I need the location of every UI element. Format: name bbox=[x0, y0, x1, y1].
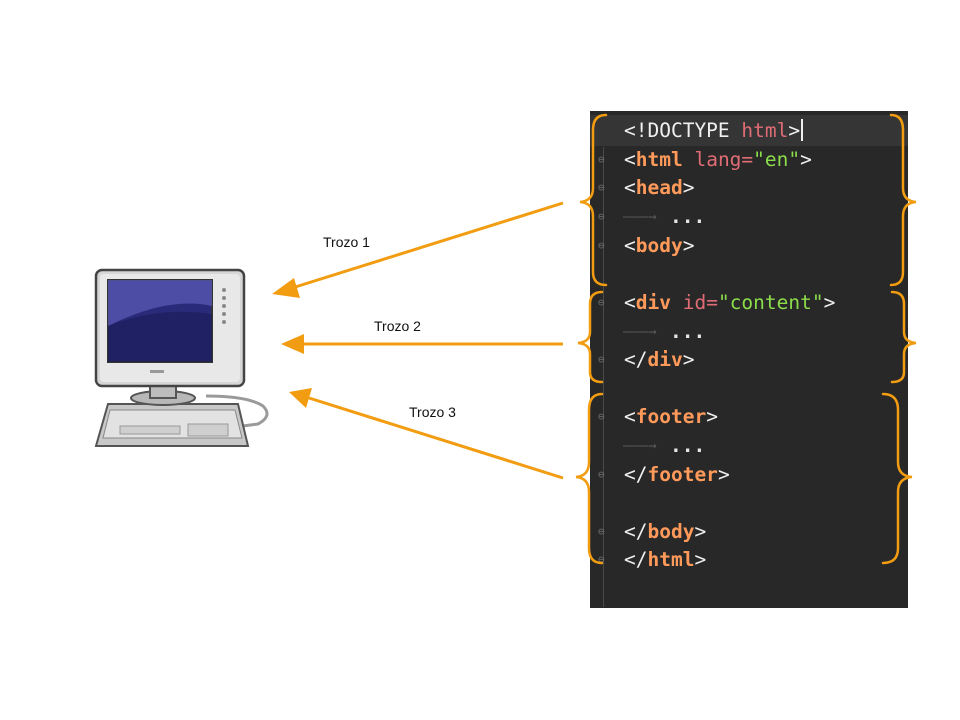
brace-trozo-2-left bbox=[577, 290, 604, 384]
brace-trozo-1-left bbox=[579, 113, 608, 287]
brace-trozo-2-right bbox=[890, 290, 917, 384]
brace-trozo-1-right bbox=[889, 113, 917, 287]
braces-layer bbox=[575, 113, 917, 565]
brace-trozo-3-right bbox=[881, 392, 913, 565]
diagram: Trozo 1 Trozo 2 Trozo 3 <!DOCTYPE html> … bbox=[0, 0, 960, 720]
brace-trozo-3-left bbox=[575, 392, 604, 565]
